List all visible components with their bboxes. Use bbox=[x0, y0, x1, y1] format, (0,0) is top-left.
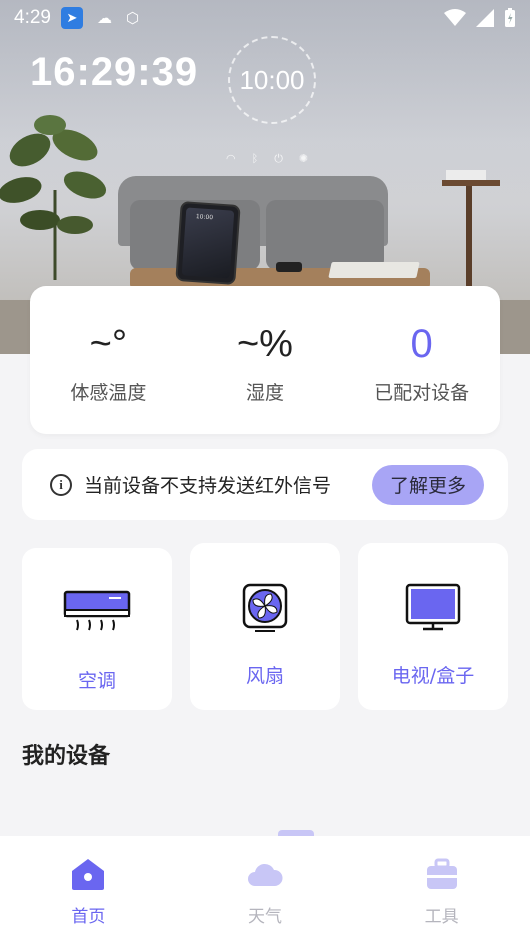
sofa-cushion-right bbox=[266, 200, 384, 270]
cloud-notification-icon: ☁ bbox=[96, 9, 112, 27]
stat-value: 0 bbox=[410, 321, 433, 366]
hero-mini-icons: ◠ ᛒ ⏻ ✺ bbox=[226, 152, 308, 166]
nav-item-tools[interactable]: 工具 bbox=[382, 856, 502, 927]
shelf-illustration bbox=[442, 170, 500, 286]
dial-time: 10:00 bbox=[239, 64, 305, 95]
nav-label: 工具 bbox=[424, 907, 459, 927]
status-time: 4:29 bbox=[14, 7, 51, 28]
stat-paired-devices: 0 已配对设备 bbox=[347, 316, 497, 405]
tablet-illustration: 10:00 bbox=[175, 201, 241, 285]
battery-icon bbox=[505, 8, 515, 27]
plant-illustration bbox=[0, 115, 107, 280]
stat-label: 湿度 bbox=[245, 381, 284, 404]
wifi-icon bbox=[444, 9, 466, 26]
timer-dial: 10:00 bbox=[228, 36, 316, 124]
stat-feels-like: ~° 体感温度 bbox=[33, 316, 183, 405]
bottom-navigation: 首页 天气 工具 bbox=[0, 836, 530, 942]
home-icon bbox=[72, 859, 105, 890]
my-devices-title: 我的设备 bbox=[22, 744, 111, 769]
settings-mini-icon: ✺ bbox=[298, 152, 309, 165]
info-icon: i bbox=[50, 473, 72, 496]
app-notification-icon: ➤ bbox=[60, 7, 83, 29]
bluetooth-mini-icon: ᛒ bbox=[251, 152, 259, 165]
stats-card: ~° 体感温度 ~% 湿度 0 已配对设备 bbox=[30, 286, 500, 434]
nav-item-weather[interactable]: 天气 bbox=[205, 856, 325, 927]
signal-icon bbox=[476, 9, 494, 27]
stat-label: 体感温度 bbox=[70, 381, 147, 404]
ir-notice-bar: i 当前设备不支持发送红外信号 了解更多 bbox=[22, 449, 508, 520]
device-card-fan[interactable]: 风扇 bbox=[190, 543, 340, 710]
book bbox=[328, 262, 420, 278]
device-label: 风扇 bbox=[245, 665, 284, 687]
tablet-screen: 10:00 bbox=[181, 207, 235, 279]
fan-icon bbox=[242, 583, 288, 632]
nav-item-home[interactable]: 首页 bbox=[28, 856, 148, 927]
stat-value: ~° bbox=[89, 322, 128, 365]
cube-notification-icon: ⬡ bbox=[125, 9, 140, 27]
phone-on-table bbox=[276, 262, 302, 272]
nav-label: 首页 bbox=[71, 907, 106, 927]
stat-value: ~% bbox=[236, 322, 293, 365]
cloud-icon bbox=[247, 863, 283, 886]
wifi-mini-icon: ◠ bbox=[226, 152, 236, 165]
tablet-time: 10:00 bbox=[195, 213, 214, 222]
device-card-tv-box[interactable]: 电视/盒子 bbox=[358, 543, 508, 710]
tv-icon bbox=[405, 583, 461, 631]
device-card-air-conditioner[interactable]: 空调 bbox=[22, 548, 172, 710]
nav-label: 天气 bbox=[247, 907, 282, 927]
toolbox-icon bbox=[426, 858, 457, 889]
notice-text: 当前设备不支持发送红外信号 bbox=[84, 475, 332, 497]
current-time-clock: 16:29:39 bbox=[30, 50, 199, 94]
stat-label: 已配对设备 bbox=[374, 381, 470, 404]
status-bar: 4:29 ➤ ☁ ⬡ bbox=[0, 0, 530, 36]
power-mini-icon: ⏻ bbox=[274, 152, 283, 165]
device-label: 电视/盒子 bbox=[391, 665, 475, 687]
stat-humidity: ~% 湿度 bbox=[190, 316, 340, 405]
status-right-icons bbox=[444, 8, 516, 28]
air-conditioner-icon bbox=[63, 590, 131, 631]
device-label: 空调 bbox=[77, 670, 116, 692]
learn-more-button[interactable]: 了解更多 bbox=[372, 464, 484, 505]
